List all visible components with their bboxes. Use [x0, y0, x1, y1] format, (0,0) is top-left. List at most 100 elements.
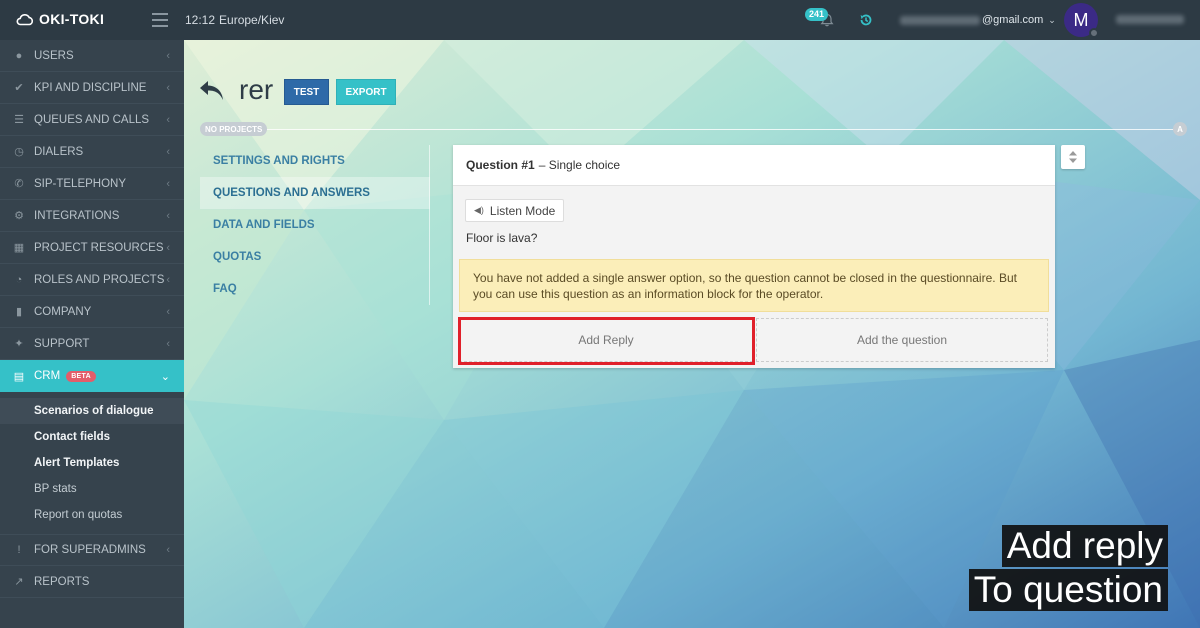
- chevron-left-icon: ‹: [166, 49, 170, 62]
- top-bar: OKI-TOKI 12:12 Europe/Kiev 241 @gmail.com…: [0, 0, 1200, 40]
- line-chart-icon: ↗: [14, 576, 24, 588]
- user-name-redacted: [1116, 15, 1184, 24]
- export-button[interactable]: EXPORT: [336, 79, 396, 105]
- a-badge: A: [1173, 122, 1187, 136]
- beta-badge: BETA: [66, 370, 96, 382]
- chevron-left-icon: ‹: [166, 241, 170, 254]
- sidebar-item-label: QUEUES AND CALLS: [34, 113, 150, 126]
- chevron-left-icon: ‹: [166, 273, 170, 286]
- add-reply-button[interactable]: Add Reply: [459, 318, 753, 362]
- history-icon[interactable]: [858, 12, 874, 28]
- logo-text: OKI-TOKI: [39, 11, 105, 27]
- chevron-left-icon: ‹: [166, 113, 170, 126]
- page-title: rer: [239, 74, 274, 105]
- status-dot: [1089, 28, 1099, 38]
- tab-data-fields[interactable]: DATA AND FIELDS: [200, 209, 430, 241]
- phone-icon: ✆: [14, 178, 24, 190]
- question-header[interactable]: Question #1 – Single choice: [453, 145, 1055, 186]
- user-email: @gmail.com: [982, 14, 1044, 26]
- sidebar-subitem-scenarios[interactable]: Scenarios of dialogue: [0, 398, 184, 424]
- sidebar-item-label: COMPANY: [34, 305, 92, 318]
- card-icon: ▤: [13, 370, 25, 383]
- sidebar-item-queues[interactable]: ☰ QUEUES AND CALLS ‹: [0, 104, 184, 136]
- chevron-left-icon: ‹: [166, 177, 170, 190]
- sidebar-item-label: PROJECT RESOURCES: [34, 241, 164, 254]
- sidebar-item-label: REPORTS: [34, 575, 90, 588]
- projects-badge: NO PROJECTS: [200, 122, 268, 136]
- sidebar-item-label: USERS: [34, 49, 74, 62]
- chevron-left-icon: ‹: [166, 209, 170, 222]
- back-arrow-icon[interactable]: [198, 78, 226, 104]
- sidebar-item-label: CRM: [34, 370, 61, 382]
- sidebar-item-company[interactable]: ▮ COMPANY ‹: [0, 296, 184, 328]
- sidebar-item-reports[interactable]: ↗ REPORTS: [0, 566, 184, 598]
- sidebar-item-label: FOR SUPERADMINS: [34, 544, 146, 556]
- sidebar-subitem-bp-stats[interactable]: BP stats: [0, 476, 184, 502]
- user-icon: ●: [15, 49, 23, 62]
- sidebar-item-kpi[interactable]: ✔ KPI AND DISCIPLINE ‹: [0, 72, 184, 104]
- chevron-left-icon: ‹: [166, 305, 170, 318]
- clock-time: 12:12: [185, 13, 216, 27]
- tab-settings-rights[interactable]: SETTINGS AND RIGHTS: [200, 145, 430, 177]
- speaker-icon: ◀): [474, 205, 484, 215]
- grid-icon: ▦: [13, 242, 25, 254]
- divider: [200, 129, 1184, 130]
- tab-questions-answers[interactable]: QUESTIONS AND ANSWERS: [200, 177, 430, 209]
- sidebar-item-label: ROLES AND PROJECTS: [34, 273, 165, 286]
- sidebar-item-label: SUPPORT: [34, 337, 90, 350]
- chevron-down-icon: ⌄: [1048, 14, 1056, 25]
- exclamation-icon: !: [17, 544, 21, 556]
- list-icon: ☰: [14, 114, 24, 126]
- sidebar-item-roles-projects[interactable]: ◔ ROLES AND PROJECTS ‹: [0, 264, 184, 296]
- notification-badge[interactable]: 241: [805, 8, 829, 21]
- test-button[interactable]: TEST: [284, 79, 329, 105]
- clock: 12:12 Europe/Kiev: [185, 13, 284, 27]
- add-question-button[interactable]: Add the question: [756, 318, 1048, 362]
- clock-icon: ◷: [14, 146, 24, 158]
- sidebar-item-users[interactable]: ● USERS ‹: [0, 40, 184, 72]
- sidebar-item-label: KPI AND DISCIPLINE: [34, 81, 147, 94]
- chevron-down-icon: ⌄: [160, 370, 170, 383]
- sidebar-item-label: SIP-TELEPHONY: [34, 177, 127, 190]
- caption-line-2: To question: [968, 569, 1168, 611]
- tabs-divider: [429, 145, 430, 305]
- user-menu[interactable]: @gmail.com ⌄: [900, 14, 1056, 26]
- sidebar-subitem-report-quotas[interactable]: Report on quotas: [0, 502, 184, 528]
- chevron-left-icon: ‹: [166, 145, 170, 158]
- sort-button[interactable]: [1061, 145, 1085, 169]
- question-text: Floor is lava?: [466, 231, 538, 245]
- sidebar-item-label: DIALERS: [34, 145, 84, 158]
- tab-faq[interactable]: FAQ: [200, 273, 430, 305]
- sidebar-item-sip-telephony[interactable]: ✆ SIP-TELEPHONY ‹: [0, 168, 184, 200]
- sidebar-item-label: INTEGRATIONS: [34, 209, 120, 222]
- chevron-left-icon: ‹: [166, 81, 170, 94]
- chevron-left-icon: ‹: [166, 544, 170, 556]
- overlay-caption: Add reply To question: [968, 525, 1168, 611]
- tab-quotas[interactable]: QUOTAS: [200, 241, 430, 273]
- listen-mode-button[interactable]: ◀) Listen Mode: [465, 199, 565, 222]
- clock-timezone: Europe/Kiev: [219, 13, 285, 27]
- sidebar: ● USERS ‹ ✔ KPI AND DISCIPLINE ‹ ☰ QUEUE…: [0, 40, 184, 628]
- question-card: Question #1 – Single choice ◀) Listen Mo…: [453, 145, 1055, 368]
- bar-chart-icon: ▮: [15, 306, 23, 318]
- menu-toggle-icon[interactable]: [152, 13, 168, 27]
- sidebar-item-superadmins[interactable]: ! FOR SUPERADMINS ‹: [0, 534, 184, 566]
- email-redacted: [900, 15, 980, 25]
- sidebar-item-project-resources[interactable]: ▦ PROJECT RESOURCES ‹: [0, 232, 184, 264]
- question-number: Question #1: [466, 158, 535, 172]
- wrench-icon: ✦: [14, 338, 24, 350]
- sidebar-item-integrations[interactable]: ⚙ INTEGRATIONS ‹: [0, 200, 184, 232]
- cloud-icon: [16, 14, 34, 26]
- check-icon: ✔: [14, 82, 24, 94]
- logo[interactable]: OKI-TOKI: [16, 11, 104, 27]
- warning-message: You have not added a single answer optio…: [459, 259, 1049, 312]
- sidebar-subitem-alert-templates[interactable]: Alert Templates: [0, 450, 184, 476]
- sidebar-item-dialers[interactable]: ◷ DIALERS ‹: [0, 136, 184, 168]
- sidebar-subitem-contact-fields[interactable]: Contact fields: [0, 424, 184, 450]
- cogs-icon: ⚙: [14, 210, 24, 222]
- question-type: – Single choice: [538, 158, 621, 172]
- sidebar-item-crm[interactable]: ▤ CRM BETA ⌄: [0, 360, 184, 392]
- listen-mode-label: Listen Mode: [489, 203, 556, 218]
- toggle-icon: ◔: [15, 273, 23, 286]
- sidebar-item-support[interactable]: ✦ SUPPORT ‹: [0, 328, 184, 360]
